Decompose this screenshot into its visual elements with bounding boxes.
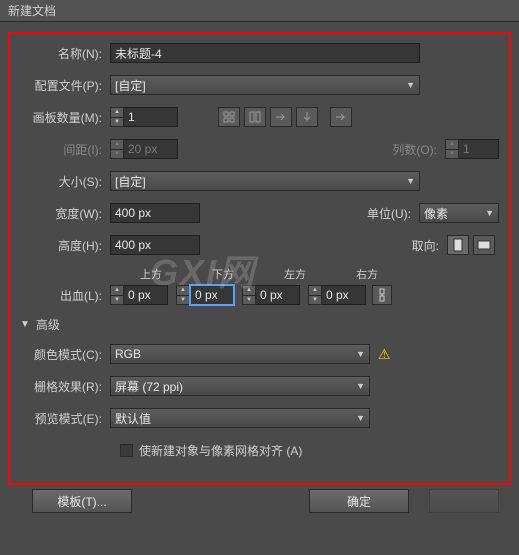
bleed-right-stepper[interactable]: ▲▼ bbox=[308, 285, 366, 305]
chevron-down-icon: ▼ bbox=[485, 208, 494, 218]
preview-dropdown[interactable]: 默认值▼ bbox=[110, 408, 370, 428]
name-input[interactable] bbox=[110, 43, 420, 63]
chevron-down-icon: ▼ bbox=[406, 80, 415, 90]
profile-label: 配置文件(P): bbox=[20, 77, 110, 94]
bleed-top-stepper[interactable]: ▲▼ bbox=[110, 285, 168, 305]
triangle-down-icon: ▼ bbox=[20, 319, 30, 330]
raster-dropdown[interactable]: 屏幕 (72 ppi)▼ bbox=[110, 376, 370, 396]
down-icon: ▼ bbox=[111, 118, 123, 127]
grid-by-col-icon[interactable] bbox=[244, 107, 266, 127]
height-input[interactable] bbox=[110, 235, 200, 255]
advanced-toggle[interactable]: ▼ 高级 bbox=[20, 316, 499, 333]
link-icon[interactable] bbox=[372, 285, 392, 305]
bleed-top-label: 上方 bbox=[140, 266, 212, 282]
spacing-label: 间距(I): bbox=[20, 141, 110, 158]
name-label: 名称(N): bbox=[20, 45, 110, 62]
chevron-down-icon: ▼ bbox=[356, 349, 365, 359]
window-title: 新建文档 bbox=[8, 4, 56, 18]
profile-dropdown[interactable]: [自定]▼ bbox=[110, 75, 420, 95]
size-label: 大小(S): bbox=[20, 173, 110, 190]
width-input[interactable] bbox=[110, 203, 200, 223]
colormode-label: 颜色模式(C): bbox=[20, 346, 110, 363]
bleed-right-label: 右方 bbox=[356, 266, 428, 282]
artboards-label: 画板数量(M): bbox=[20, 109, 110, 126]
spacing-stepper: ▲▼ bbox=[110, 139, 178, 159]
ok-button[interactable]: 确定 bbox=[309, 489, 409, 513]
up-icon: ▲ bbox=[111, 108, 123, 118]
columns-label: 列数(O): bbox=[355, 141, 445, 158]
width-label: 宽度(W): bbox=[20, 205, 110, 222]
chevron-down-icon: ▼ bbox=[356, 381, 365, 391]
bleed-left-stepper[interactable]: ▲▼ bbox=[242, 285, 300, 305]
units-label: 单位(U): bbox=[329, 205, 419, 222]
arrange-right2-icon[interactable] bbox=[330, 107, 352, 127]
template-button[interactable]: 模板(T)... bbox=[32, 489, 132, 513]
bleed-label: 出血(L): bbox=[20, 287, 110, 304]
warning-icon: ⚠ bbox=[378, 346, 391, 363]
arrange-right-icon[interactable] bbox=[270, 107, 292, 127]
raster-label: 栅格效果(R): bbox=[20, 378, 110, 395]
bleed-left-label: 左方 bbox=[284, 266, 356, 282]
orientation-label: 取向: bbox=[357, 237, 447, 254]
height-label: 高度(H): bbox=[20, 237, 110, 254]
bleed-bottom-stepper[interactable]: ▲▼ bbox=[176, 285, 234, 305]
bleed-bottom-label: 下方 bbox=[212, 266, 284, 282]
chevron-down-icon: ▼ bbox=[406, 176, 415, 186]
artboards-stepper[interactable]: ▲▼ bbox=[110, 107, 178, 127]
align-label: 使新建对象与像素网格对齐 (A) bbox=[139, 442, 302, 459]
size-dropdown[interactable]: [自定]▼ bbox=[110, 171, 420, 191]
units-dropdown[interactable]: 像素▼ bbox=[419, 203, 499, 223]
window-titlebar: 新建文档 bbox=[0, 0, 519, 22]
columns-stepper: ▲▼ bbox=[445, 139, 499, 159]
arrange-down-icon[interactable] bbox=[296, 107, 318, 127]
grid-by-row-icon[interactable] bbox=[218, 107, 240, 127]
preview-label: 预览模式(E): bbox=[20, 410, 110, 427]
chevron-down-icon: ▼ bbox=[356, 413, 365, 423]
align-checkbox[interactable] bbox=[120, 444, 133, 457]
landscape-icon[interactable] bbox=[473, 235, 495, 255]
portrait-icon[interactable] bbox=[447, 235, 469, 255]
cancel-button[interactable] bbox=[429, 489, 499, 513]
colormode-dropdown[interactable]: RGB▼ bbox=[110, 344, 370, 364]
